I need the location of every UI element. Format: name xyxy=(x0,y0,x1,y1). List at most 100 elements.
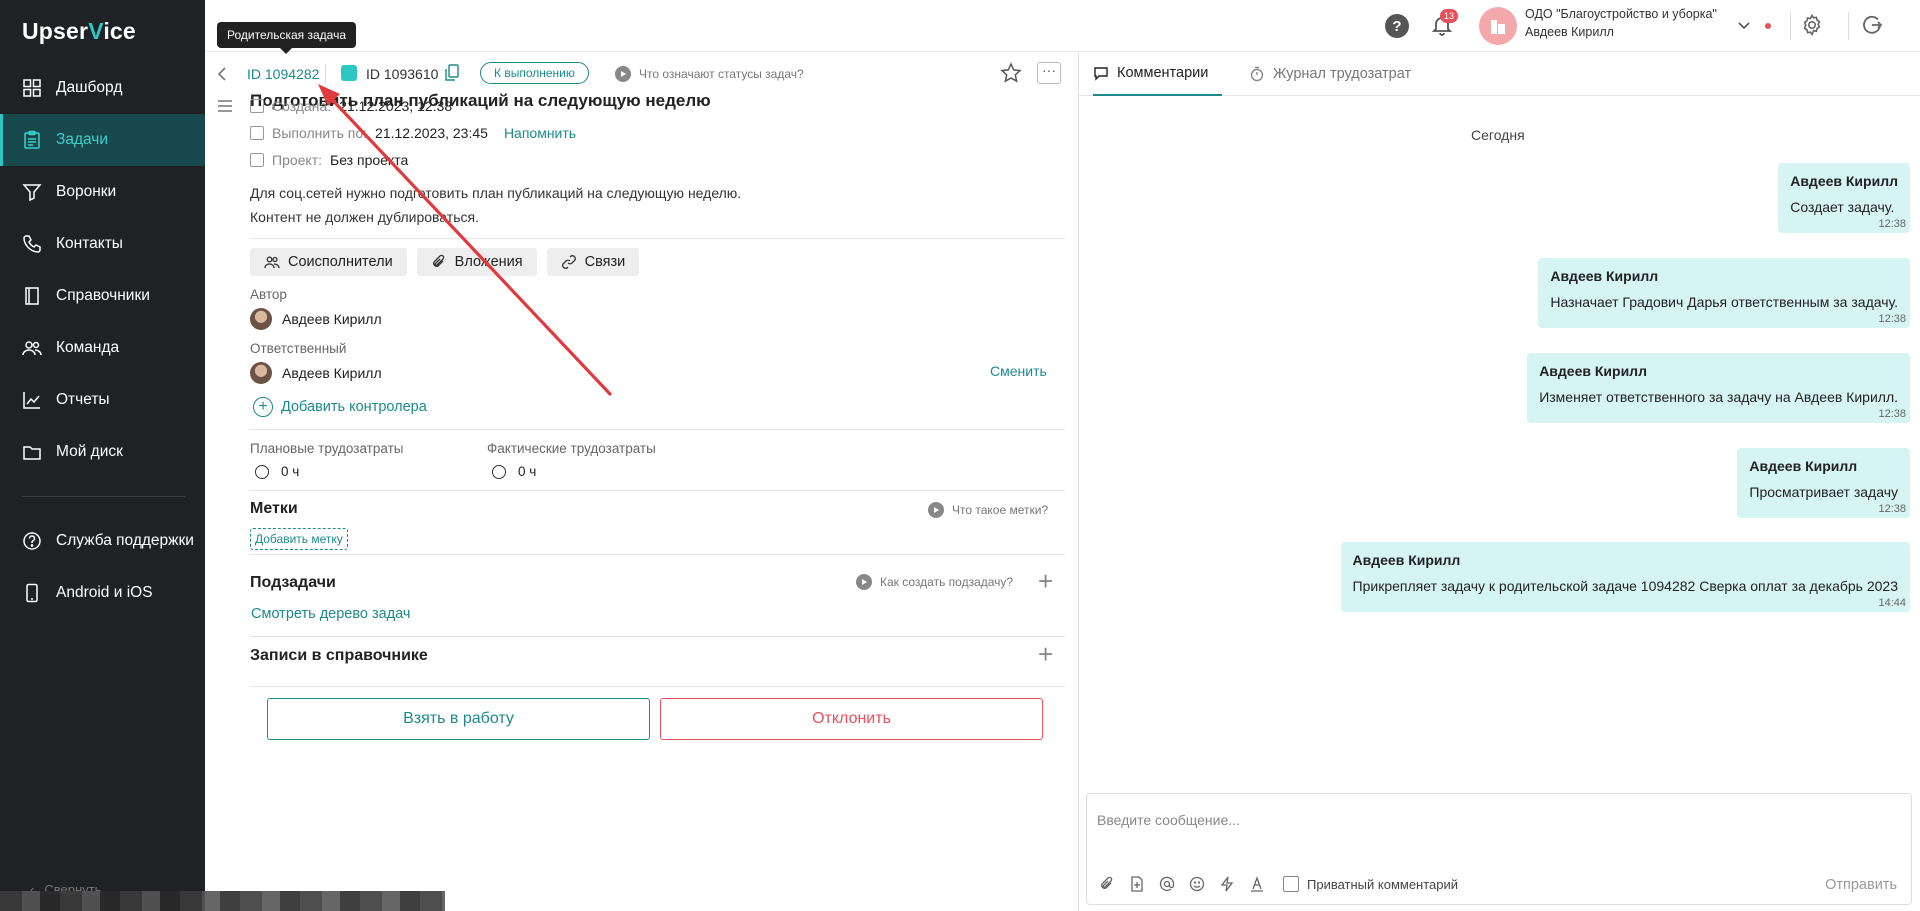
paperclip-icon xyxy=(432,254,444,267)
due-value[interactable]: 21.12.2023, 23:45 xyxy=(375,125,488,141)
chevron-down-icon[interactable] xyxy=(1737,18,1751,32)
sidebar-item-funnels[interactable]: Воронки xyxy=(0,166,205,218)
send-button[interactable]: Отправить xyxy=(1825,877,1897,893)
divider xyxy=(250,636,1065,637)
sidebar-item-reports[interactable]: Отчеты xyxy=(0,374,205,426)
project-icon xyxy=(250,153,264,167)
copy-icon[interactable] xyxy=(445,64,459,82)
divider xyxy=(250,429,1065,430)
responsible-person[interactable]: Авдеев Кирилл xyxy=(250,362,382,384)
reject-button[interactable]: Отклонить xyxy=(660,698,1043,740)
gear-icon[interactable] xyxy=(1800,13,1824,37)
sidebar-nav: Дашборд Задачи Воронки Контакты Справочн… xyxy=(0,62,205,619)
sidebar-item-label: Справочники xyxy=(56,287,150,304)
sidebar-item-label: Команда xyxy=(56,339,120,356)
status-help-link[interactable]: Что означают статусы задач? xyxy=(615,66,804,82)
current-user-name[interactable]: Авдеев Кирилл xyxy=(1525,25,1614,39)
org-avatar[interactable] xyxy=(1479,7,1517,45)
subtasks-help-link[interactable]: Как создать подзадачу? xyxy=(856,574,1013,590)
private-comment-toggle[interactable]: Приватный комментарий xyxy=(1283,876,1458,892)
task-description-line[interactable]: Для соц.сетей нужно подготовить план пуб… xyxy=(250,185,741,201)
planned-effort-value[interactable]: 0 ч xyxy=(255,464,299,479)
comment-author: Авдеев Кирилл xyxy=(1539,363,1647,379)
sidebar-item-drive[interactable]: Мой диск xyxy=(0,426,205,478)
add-record-icon[interactable]: + xyxy=(1038,641,1053,667)
project-value[interactable]: Без проекта xyxy=(330,152,408,168)
star-icon[interactable] xyxy=(1000,62,1022,84)
date-separator: Сегодня xyxy=(1471,127,1525,143)
task-panel: ID 1094282 ID 1093610 К выполнению Что о… xyxy=(205,52,1078,911)
sidebar-item-team[interactable]: Команда xyxy=(0,322,205,374)
avatar xyxy=(250,308,272,330)
message-input[interactable]: Введите сообщение... xyxy=(1097,812,1240,828)
task-description-line[interactable]: Контент не должен дублироваться. xyxy=(250,209,479,225)
comment-message[interactable]: Авдеев Кирилл Прикрепляет задачу к родит… xyxy=(1340,542,1910,612)
actual-effort-text: 0 ч xyxy=(518,464,537,479)
private-checkbox[interactable] xyxy=(1283,876,1299,892)
folder-icon xyxy=(22,442,42,462)
divider xyxy=(250,686,1065,687)
paperclip-icon[interactable] xyxy=(1099,876,1115,892)
change-responsible-link[interactable]: Сменить xyxy=(990,363,1047,379)
book-icon xyxy=(22,286,42,306)
back-arrow-icon[interactable] xyxy=(215,66,231,82)
add-controller-label: Добавить контролера xyxy=(281,399,427,415)
mention-icon[interactable] xyxy=(1159,876,1175,892)
team-icon xyxy=(264,256,280,269)
actual-effort-label: Фактические трудозатраты xyxy=(487,441,656,456)
labels-help-text: Что такое метки? xyxy=(952,503,1049,517)
sidebar-item-directories[interactable]: Справочники xyxy=(0,270,205,322)
take-to-work-button[interactable]: Взять в работу xyxy=(267,698,650,740)
sidebar-item-mobile[interactable]: Android и iOS xyxy=(0,567,205,619)
menu-list-icon[interactable] xyxy=(217,98,233,114)
responsible-name: Авдеев Кирилл xyxy=(282,365,382,381)
more-options-button[interactable]: ··· xyxy=(1037,62,1061,84)
tab-comments[interactable]: Комментарии xyxy=(1093,52,1223,96)
add-subtask-icon[interactable]: + xyxy=(1038,568,1053,594)
links-button[interactable]: Связи xyxy=(546,248,640,276)
comment-message[interactable]: Авдеев Кирилл Просматривает задачу 12:38 xyxy=(1737,448,1910,518)
attachments-button[interactable]: Вложения xyxy=(416,248,537,276)
comment-time: 12:38 xyxy=(1878,313,1906,325)
help-icon[interactable]: ? xyxy=(1385,14,1409,38)
comment-message[interactable]: Авдеев Кирилл Изменяет ответственного за… xyxy=(1527,353,1910,423)
lightning-icon[interactable] xyxy=(1219,876,1235,892)
comment-message[interactable]: Авдеев Кирилл Создает задачу. 12:38 xyxy=(1778,163,1910,233)
add-controller-button[interactable]: + Добавить контролера xyxy=(253,397,427,417)
logo-text-accent: V xyxy=(88,18,104,44)
sidebar-item-contacts[interactable]: Контакты xyxy=(0,218,205,270)
file-add-icon[interactable] xyxy=(1129,876,1145,892)
phone-icon xyxy=(22,234,42,254)
sidebar-item-support[interactable]: Служба поддержки xyxy=(0,515,205,567)
status-help-text: Что означают статусы задач? xyxy=(639,67,804,81)
play-icon xyxy=(856,574,872,590)
logout-icon[interactable] xyxy=(1860,13,1884,37)
logo[interactable]: UpserVice xyxy=(22,18,136,45)
labels-help-link[interactable]: Что такое метки? xyxy=(928,502,1048,518)
remind-link[interactable]: Напомнить xyxy=(504,125,576,141)
task-tree-link[interactable]: Смотреть дерево задач xyxy=(251,606,410,622)
task-id: ID 1093610 xyxy=(366,66,439,82)
comment-message[interactable]: Авдеев Кирилл Назначает Градович Дарья о… xyxy=(1538,258,1910,328)
building-icon xyxy=(1491,20,1505,34)
stopwatch-icon xyxy=(1250,66,1264,82)
coexecutors-button[interactable]: Соисполнители xyxy=(250,248,407,276)
sidebar-item-tasks[interactable]: Задачи xyxy=(0,114,205,166)
tab-time-log[interactable]: Журнал трудозатрат xyxy=(1249,52,1411,96)
emoji-icon[interactable] xyxy=(1189,876,1205,892)
coexecutors-label: Соисполнители xyxy=(288,254,393,270)
status-badge[interactable]: К выполнению xyxy=(480,62,589,84)
actual-effort-value[interactable]: 0 ч xyxy=(492,464,536,479)
sidebar-item-label: Android и iOS xyxy=(56,584,153,601)
text-format-icon[interactable] xyxy=(1249,876,1265,892)
org-name[interactable]: ОДО "Благоустройство и уборка" xyxy=(1525,7,1717,21)
comment-time: 12:38 xyxy=(1878,503,1906,515)
links-label: Связи xyxy=(584,254,626,270)
comment-icon xyxy=(1094,67,1108,81)
sidebar-item-dashboard[interactable]: Дашборд xyxy=(0,62,205,114)
planned-effort-label: Плановые трудозатраты xyxy=(250,441,404,456)
parent-task-link[interactable]: ID 1094282 xyxy=(247,66,319,82)
author-person[interactable]: Авдеев Кирилл xyxy=(250,308,382,330)
divider xyxy=(250,554,1065,555)
add-label-button[interactable]: Добавить метку xyxy=(250,528,348,550)
